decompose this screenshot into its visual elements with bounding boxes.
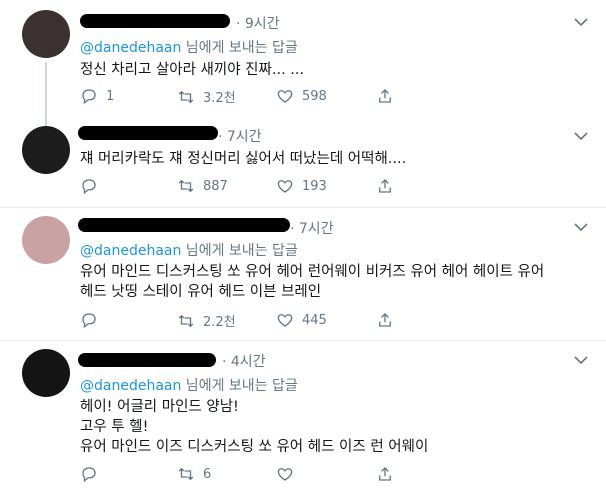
avatar[interactable] (22, 126, 70, 174)
reply-button[interactable]: 1 (80, 87, 114, 105)
reply-handle-link[interactable]: @danedehaan (80, 243, 181, 259)
retweet-icon (178, 467, 194, 481)
tweet-time[interactable]: · 9시간 (236, 13, 280, 33)
tweet-time[interactable]: · 7시간 (218, 126, 262, 146)
tweet-text-line: 헤드 낫띵 스테이 유어 헤드 이븐 브레인 (80, 284, 322, 300)
retweet-count: 6 (203, 466, 212, 482)
share-icon (379, 313, 391, 327)
reply-icon (82, 179, 96, 195)
reply-context: @danedehaan 님에게 보내는 답글 (80, 240, 298, 260)
reply-icon (82, 467, 96, 483)
share-button[interactable] (376, 465, 402, 483)
tweet-text: 유어 마인드 디스커스팅 쏘 유어 헤어 런어웨이 비커즈 유어 헤어 헤이트 … (80, 262, 544, 302)
tweet-1[interactable]: · 9시간 @danedehaan 님에게 보내는 답글 정신 차리고 살아라 … (0, 0, 606, 126)
tweet-actions: 887 193 (80, 177, 600, 197)
caret-down-icon[interactable] (574, 355, 588, 365)
like-button[interactable] (276, 465, 302, 483)
like-icon (277, 180, 293, 193)
share-button[interactable] (376, 311, 402, 329)
like-count: 193 (302, 178, 327, 194)
like-button[interactable]: 445 (276, 311, 327, 329)
tweet-actions: 6 (80, 465, 600, 485)
tweet-text-line: 유어 마인드 디스커스팅 쏘 유어 헤어 런어웨이 비커즈 유어 헤어 헤이트 … (80, 264, 545, 280)
share-button[interactable] (376, 87, 402, 105)
retweet-button[interactable]: 6 (177, 465, 211, 483)
reply-context: @danedehaan 님에게 보내는 답글 (80, 37, 298, 57)
tweet-4[interactable]: · 4시간 @danedehaan 님에게 보내는 답글 헤이! 어글리 마인드… (0, 341, 606, 498)
reply-handle-link[interactable]: @danedehaan (80, 40, 181, 56)
redacted-username (80, 14, 230, 28)
like-count: 445 (302, 312, 327, 328)
redacted-username (78, 353, 216, 367)
retweet-icon (178, 90, 194, 103)
reply-button[interactable] (80, 177, 106, 195)
tweet-text: 쟤 머리카락도 쟤 정신머리 싫어서 떠났는데 어떡해.... (80, 149, 406, 169)
like-button[interactable]: 193 (276, 177, 327, 195)
like-icon (277, 90, 293, 103)
tweet-text-line: 고우 투 헬! (80, 419, 149, 435)
avatar[interactable] (22, 10, 70, 58)
like-icon (277, 314, 293, 327)
reply-count: 1 (106, 88, 115, 104)
retweet-count: 2.2천 (203, 315, 236, 330)
avatar[interactable] (22, 349, 70, 397)
avatar[interactable] (22, 216, 70, 264)
tweet-actions: 2.2천 445 (80, 311, 600, 331)
thread-line (45, 62, 47, 126)
reply-suffix: 님에게 보내는 답글 (181, 378, 298, 394)
retweet-icon (178, 314, 194, 327)
tweet-time[interactable]: · 7시간 (290, 218, 334, 238)
share-icon (379, 89, 391, 103)
tweet-text: 헤이! 어글리 마인드 양남! 고우 투 헬! 유어 마인드 이즈 디스커스팅 … (80, 397, 428, 457)
reply-suffix: 님에게 보내는 답글 (181, 243, 298, 259)
retweet-icon (178, 179, 194, 193)
reply-button[interactable] (80, 465, 106, 483)
reply-icon (82, 89, 96, 105)
tweet-text-line: 쟤 머리카락도 쟤 정신머리 싫어서 떠났는데 어떡해.... (80, 151, 407, 167)
retweet-button[interactable]: 887 (177, 177, 228, 195)
reply-icon (82, 313, 96, 329)
retweet-button[interactable]: 2.2천 (177, 311, 236, 330)
like-button[interactable]: 598 (276, 87, 327, 105)
retweet-button[interactable]: 3.2천 (177, 87, 236, 106)
retweet-count: 887 (203, 178, 228, 194)
reply-context: @danedehaan 님에게 보내는 답글 (80, 375, 298, 395)
share-button[interactable] (376, 177, 402, 195)
tweet-2[interactable]: · 7시간 쟤 머리카락도 쟤 정신머리 싫어서 떠났는데 어떡해.... 88… (0, 118, 606, 208)
caret-down-icon[interactable] (574, 131, 588, 141)
tweet-time[interactable]: · 4시간 (222, 351, 266, 371)
share-icon (379, 467, 391, 481)
caret-down-icon[interactable] (574, 17, 588, 27)
tweet-text-line: 유어 마인드 이즈 디스커스팅 쏘 유어 헤드 이즈 런 어웨이 (80, 439, 429, 455)
caret-down-icon[interactable] (574, 222, 588, 232)
tweet-text-line: 정신 차리고 살아라 새끼야 진짜... ... (80, 62, 305, 78)
retweet-count: 3.2천 (203, 91, 236, 106)
reply-suffix: 님에게 보내는 답글 (181, 40, 298, 56)
share-icon (379, 179, 391, 193)
tweet-actions: 1 3.2천 598 (80, 87, 600, 107)
tweet-text-line: 헤이! 어글리 마인드 양남! (80, 399, 239, 415)
like-count: 598 (302, 88, 327, 104)
tweet-3[interactable]: · 7시간 @danedehaan 님에게 보내는 답글 유어 마인드 디스커스… (0, 208, 606, 340)
reply-button[interactable] (80, 311, 106, 329)
like-icon (277, 468, 293, 481)
tweet-text: 정신 차리고 살아라 새끼야 진짜... ... (80, 60, 304, 80)
redacted-username (78, 126, 218, 140)
reply-handle-link[interactable]: @danedehaan (80, 378, 181, 394)
timeline: · 9시간 @danedehaan 님에게 보내는 답글 정신 차리고 살아라 … (0, 0, 606, 498)
redacted-username (78, 218, 290, 232)
